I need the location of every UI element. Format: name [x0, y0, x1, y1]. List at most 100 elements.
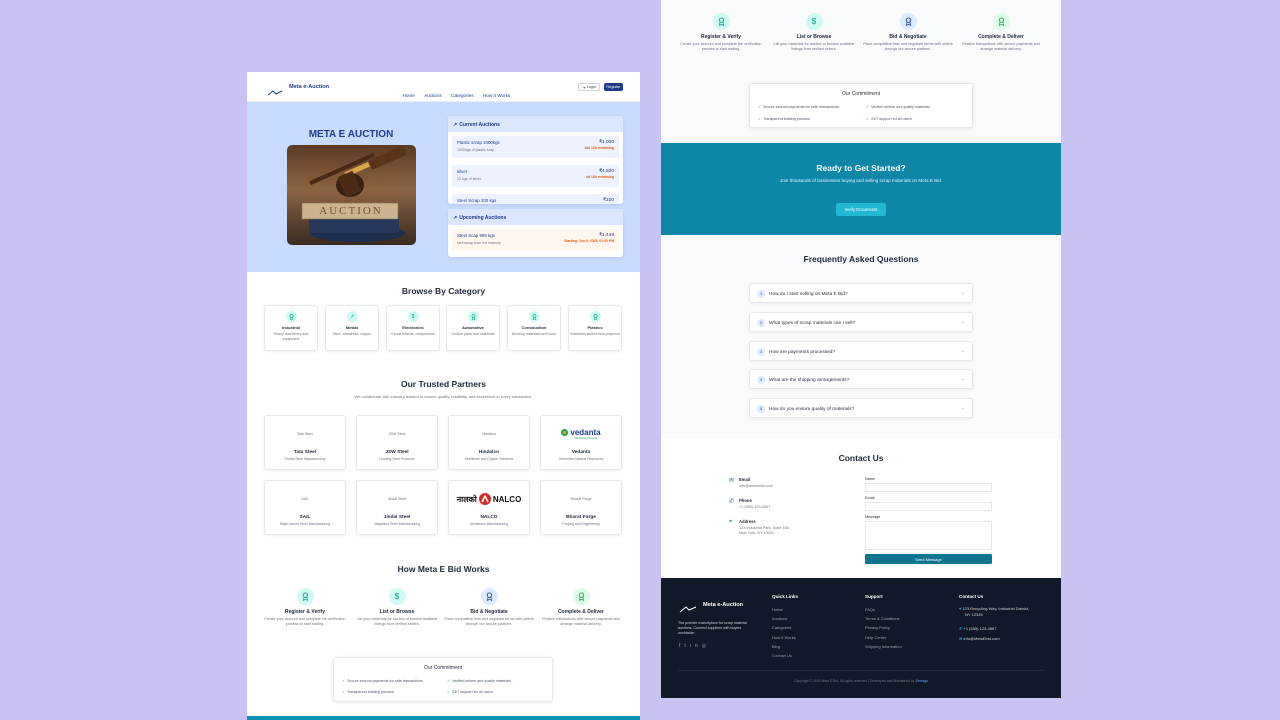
footer-address-line1: 123 Recycling Way, Industrial District,	[962, 606, 1030, 611]
auction-price: ₹100	[602, 198, 614, 203]
faq-item[interactable]: 1 How do I start selling on Meta E Bid? …	[749, 283, 973, 303]
faq-number: 3	[757, 348, 765, 356]
email-field[interactable]	[865, 502, 992, 511]
quick-link-auctions[interactable]: Auctions	[772, 616, 787, 621]
quick-link-contact[interactable]: Contact Us	[772, 653, 792, 658]
name-field[interactable]	[865, 483, 992, 492]
category-card-automotive[interactable]: Automotive Vehicle parts and materials	[446, 305, 500, 351]
footer-phone[interactable]: ✆ +1 (555) 123-4567	[959, 626, 997, 631]
quick-link-how-it-works[interactable]: How It Works	[772, 635, 796, 640]
faq-item[interactable]: 5 How do you ensure quality of materials…	[749, 398, 973, 418]
faq-title: Frequently Asked Questions	[803, 254, 919, 264]
commitment-item-label: Verified sellers and quality materials	[452, 679, 511, 683]
quick-link-home[interactable]: Home	[772, 607, 783, 612]
how-it-works-title: How Meta E Bid Works	[397, 564, 490, 574]
partner-logo: Jindal Steel	[387, 497, 407, 501]
contact-title: Contact Us	[838, 453, 884, 463]
partner-card[interactable]: Hindalco Hindalco Aluminum and Copper So…	[448, 415, 530, 470]
nav-how-it-works[interactable]: How It Works	[483, 93, 510, 98]
brand-name[interactable]: Meta e-Auction	[289, 84, 329, 90]
support-link-privacy[interactable]: Privacy Policy	[865, 625, 890, 630]
linkedin-icon[interactable]: in	[690, 643, 702, 649]
partner-card[interactable]: SAIL SAIL State-owned Steel Manufacturin…	[264, 480, 346, 535]
step-desc: Place competitive bids and negotiate ter…	[863, 42, 953, 52]
quick-links-title: Quick Links	[772, 594, 799, 599]
partner-name: Vedanta	[571, 450, 591, 455]
partner-desc: Forging and Engineering	[562, 522, 600, 526]
footer-divider	[678, 670, 1044, 671]
register-button[interactable]: Register	[604, 83, 623, 91]
nav-categories[interactable]: Categories	[451, 93, 473, 98]
partner-logo: JSW Steel	[388, 432, 406, 436]
map-pin-icon: ⌖	[729, 519, 733, 525]
category-card-industrial[interactable]: Industrial Heavy machinery and equipment	[264, 305, 318, 351]
partner-logo: SAIL	[301, 497, 309, 501]
contact-email-value[interactable]: info@metaebid.com	[739, 484, 773, 489]
send-message-button[interactable]: Send Message	[865, 554, 992, 564]
right-page-screenshot: Register & Verify Create your account an…	[661, 0, 1061, 698]
category-card-metals[interactable]: ↗ Metals Steel, aluminum, copper	[325, 305, 379, 351]
category-card-plastics[interactable]: Plastics Industrial plastics and polymer…	[568, 305, 622, 351]
step-complete: Complete & Deliver Finalize transactions…	[956, 13, 1046, 52]
contact-phone-value[interactable]: +1 (555) 123-4567	[739, 505, 770, 510]
partner-card[interactable]: नालको NALCO NALCO Aluminium Manufacturin…	[448, 480, 530, 535]
current-auctions-header: ↗ Current Auctions	[448, 116, 623, 132]
brand-logo[interactable]	[267, 83, 283, 96]
instagram-icon[interactable]: ◎	[702, 643, 710, 649]
mail-icon: ✉	[729, 478, 735, 484]
auction-item[interactable]: silver 12 kgs of silver ₹4,500 4d 13h re…	[452, 165, 619, 187]
chevron-down-icon: ⌄	[960, 348, 965, 354]
check-icon: ✓	[758, 105, 762, 109]
partner-card[interactable]: vedanta transforming for good Vedanta Di…	[540, 415, 622, 470]
auction-price: ₹1,000	[598, 140, 614, 145]
support-link-shipping[interactable]: Shipping Information	[865, 644, 902, 649]
dollar-icon: $	[805, 13, 823, 30]
footer-logo	[679, 600, 697, 613]
upcoming-auctions-card: ↗ Upcoming Auctions Steel Scap 999 kgs st…	[448, 209, 623, 257]
category-card-construction[interactable]: Construction Building materials and tool…	[507, 305, 561, 351]
mail-icon: ✉	[959, 636, 963, 641]
check-icon: ✓	[866, 117, 870, 121]
check-icon: ✓	[342, 690, 346, 694]
footer-brand: Meta e-Auction	[703, 602, 744, 608]
footer-email[interactable]: ✉ info@MetaEbid.com	[959, 636, 1000, 641]
partner-card[interactable]: Jindal Steel Jindal Steel Integrated Ste…	[356, 480, 438, 535]
verify-documents-button[interactable]: Verify Documents	[836, 203, 886, 216]
check-icon: ✓	[866, 105, 870, 109]
vedanta-tagline: transforming for good	[574, 437, 597, 440]
partner-card[interactable]: Tata Steel Tata Steel Global Steel Manuf…	[264, 415, 346, 470]
faq-item[interactable]: 2 What types of scrap materials can I se…	[749, 312, 973, 332]
step-title: Register & Verify	[284, 609, 326, 615]
support-link-terms[interactable]: Terms & Conditions	[865, 616, 900, 621]
auction-price: ₹4,500	[598, 169, 614, 174]
nav-home[interactable]: Home	[403, 93, 415, 98]
developer-link[interactable]: Zentago	[915, 679, 927, 683]
quick-link-blog[interactable]: Blog	[772, 644, 780, 649]
nav-auctions[interactable]: Auctions	[424, 93, 442, 98]
partner-desc: Diversified Natural Resources	[558, 457, 604, 461]
faq-item[interactable]: 4 What are the shipping arrangements? ⌄	[749, 369, 973, 389]
upcoming-auctions-title: Upcoming Auctions	[459, 215, 507, 221]
quick-link-categories[interactable]: Categories	[772, 625, 791, 630]
support-link-help[interactable]: Help Center	[865, 635, 886, 640]
award-icon	[285, 311, 297, 322]
auction-item[interactable]: Plastic scrap 1000kgs 1000kgs of plastic…	[452, 136, 619, 158]
auction-name: Plastic scrap 1000kgs	[457, 140, 500, 145]
support-link-faqs[interactable]: FAQs	[865, 607, 875, 612]
partner-card[interactable]: JSW Steel JSW Steel Leading Steel Produc…	[356, 415, 438, 470]
categories-title: Browse By Category	[401, 286, 486, 296]
step-desc: List your materials for auction or brows…	[773, 42, 855, 52]
faq-number: 2	[757, 319, 765, 327]
partner-desc: State-owned Steel Manufacturing	[279, 522, 331, 526]
auction-item[interactable]: Steel Scrap 100 kgs ₹100	[452, 194, 619, 204]
commitment-item: ✓ Verified sellers and quality materials	[866, 105, 930, 109]
partners-title: Our Trusted Partners	[400, 379, 487, 389]
commitment-item: ✓ Verified sellers and quality materials	[447, 679, 511, 683]
login-button[interactable]: ⇥ Login	[578, 83, 600, 91]
category-card-electronics[interactable]: $ Electronics Circuit boards, components	[386, 305, 440, 351]
message-field[interactable]	[865, 521, 992, 550]
copyright: Copyright © 2025 Meta E Bid. All rights …	[661, 679, 1061, 683]
partner-card[interactable]: Bharat Forge Bharat Forge Forging and En…	[540, 480, 622, 535]
auction-item[interactable]: Steel Scap 999 kgs stell scrap from the …	[452, 229, 619, 251]
faq-item[interactable]: 3 How are payments processed? ⌄	[749, 341, 973, 361]
